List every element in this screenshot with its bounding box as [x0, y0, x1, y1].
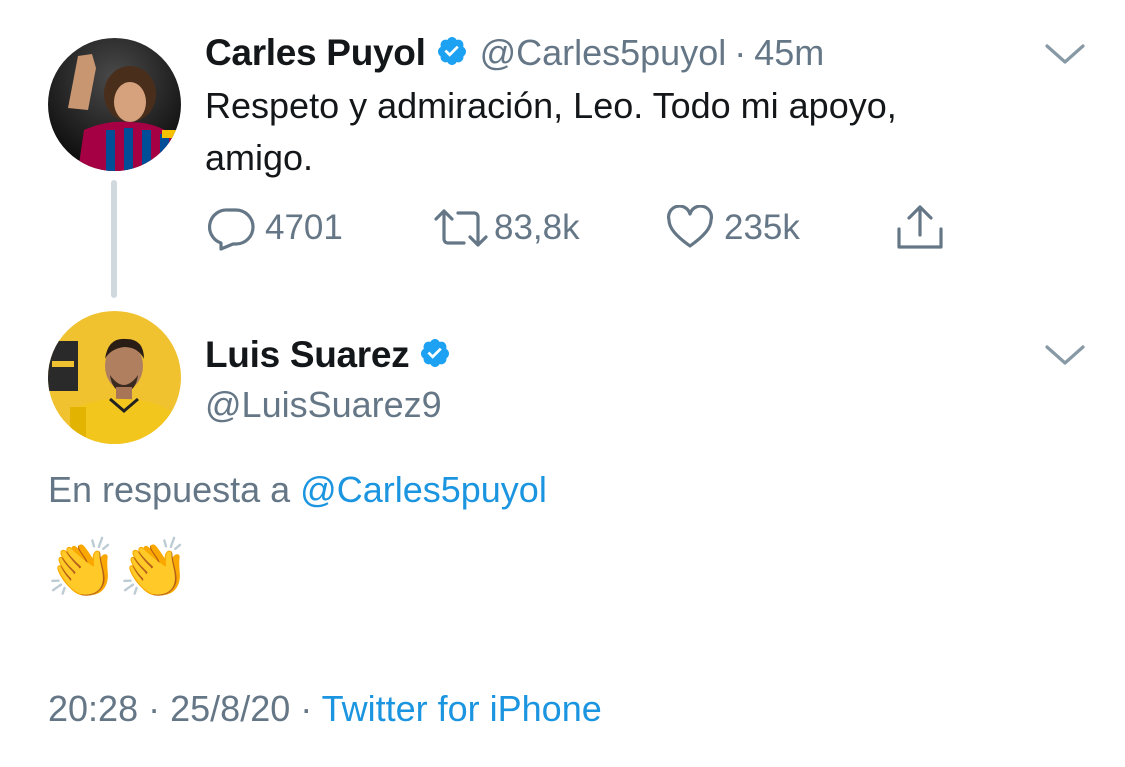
dot-separator: · [148, 688, 161, 729]
retweet-icon [432, 205, 490, 251]
avatar-luis-suarez[interactable] [48, 311, 181, 444]
tweet2-header: Luis Suarez [205, 330, 451, 380]
reply-context: En respuesta a @Carles5puyol [48, 466, 547, 514]
tweet-metadata: 20:28 · 25/8/20 · Twitter for iPhone [48, 684, 602, 734]
tweet-date: 25/8/20 [170, 688, 291, 729]
reply-handle-link[interactable]: @Carles5puyol [300, 469, 547, 510]
reply-button[interactable]: 4701 [207, 200, 343, 256]
verified-badge-icon [436, 35, 468, 72]
avatar-carles-puyol[interactable] [48, 38, 181, 171]
reply-icon [207, 205, 257, 251]
tweet-text-line: amigo. [205, 137, 314, 178]
author-name[interactable]: Carles Puyol [205, 32, 426, 74]
reply-prefix: En respuesta a [48, 469, 291, 510]
like-icon [666, 205, 714, 251]
tweet-time[interactable]: 45m [754, 32, 824, 74]
chevron-down-icon[interactable] [1043, 38, 1087, 68]
dot-separator: · [300, 688, 313, 729]
share-button[interactable] [894, 200, 946, 256]
tweet2-text: 👏👏 [46, 536, 191, 601]
reply-count: 4701 [265, 208, 343, 247]
dot-separator: · [734, 32, 747, 73]
tweet-source-link[interactable]: Twitter for iPhone [322, 688, 602, 729]
tweet-time: 20:28 [48, 688, 139, 729]
verified-badge-icon [419, 337, 451, 374]
retweet-count: 83,8k [494, 208, 580, 247]
like-button[interactable]: 235k [666, 200, 800, 256]
tweet-text-line: Respeto y admiración, Leo. Todo mi apoyo… [205, 85, 897, 126]
chevron-down-icon[interactable] [1043, 339, 1087, 369]
share-icon [894, 203, 946, 253]
author-handle[interactable]: @LuisSuarez9 [205, 381, 442, 429]
author-name[interactable]: Luis Suarez [205, 334, 410, 376]
author-handle[interactable]: @Carles5puyol [480, 32, 727, 74]
tweet1-header: Carles Puyol @Carles5puyol · 45m [205, 28, 824, 78]
retweet-button[interactable]: 83,8k [432, 200, 580, 256]
like-count: 235k [724, 208, 800, 247]
thread-connector-line [111, 180, 117, 298]
tweet1-text: Respeto y admiración, Leo. Todo mi apoyo… [205, 80, 1065, 184]
